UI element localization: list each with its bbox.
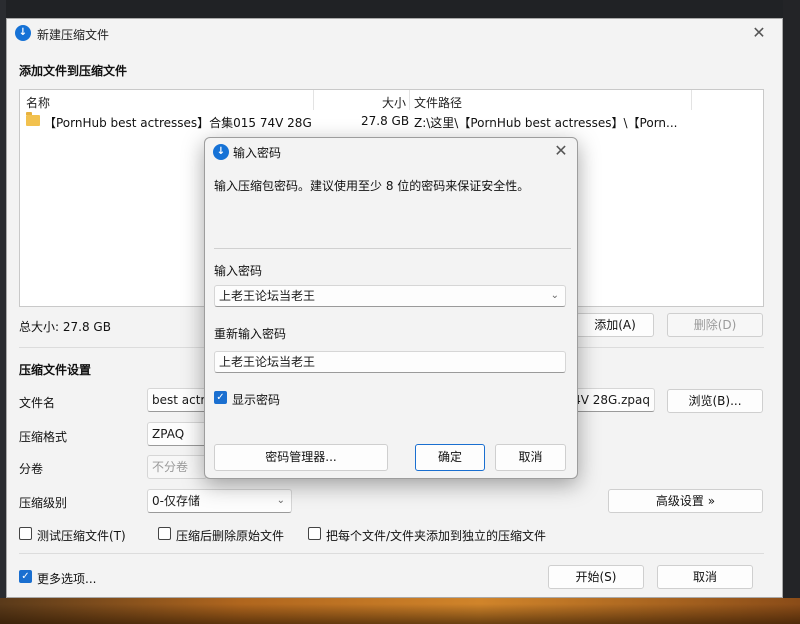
delete-button[interactable]: 删除(D) (667, 313, 763, 337)
app-logo-icon: ↓ (213, 144, 229, 160)
files-section-heading: 添加文件到压缩文件 (19, 64, 128, 78)
volume-select[interactable]: 不分卷 (147, 455, 207, 479)
test-archive-checkbox[interactable] (19, 527, 32, 540)
format-select[interactable]: ZPAQ (147, 422, 207, 446)
desktop-background-top (0, 0, 800, 18)
folder-icon (26, 112, 40, 126)
divider (19, 553, 764, 554)
chevron-down-icon: ⌄ (276, 495, 285, 506)
dialog-cancel-button[interactable]: 取消 (495, 444, 566, 471)
desktop-background-right (783, 0, 800, 624)
test-archive-label[interactable]: 测试压缩文件(T) (37, 527, 126, 544)
format-label: 压缩格式 (19, 430, 68, 444)
volume-label: 分卷 (19, 462, 44, 476)
file-path-cell[interactable]: Z:\这里\【PornHub best actresses】\【Porn... (414, 114, 677, 131)
level-value: 0-仅存储 (152, 494, 200, 508)
column-divider[interactable] (313, 90, 314, 110)
more-options-checkbox[interactable]: ✓ (19, 570, 32, 583)
file-size-cell[interactable]: 27.8 GB (361, 114, 409, 128)
settings-section-heading: 压缩文件设置 (19, 363, 92, 377)
password-manager-button[interactable]: 密码管理器... (214, 444, 388, 471)
password-value: 上老王论坛当老王 (219, 289, 316, 303)
level-label: 压缩级别 (19, 496, 68, 510)
volume-value: 不分卷 (152, 460, 189, 474)
show-password-label[interactable]: 显示密码 (232, 391, 280, 408)
show-password-checkbox[interactable]: ✓ (214, 391, 227, 404)
level-select[interactable]: 0-仅存储 ⌄ (147, 489, 292, 513)
format-value: ZPAQ (152, 427, 185, 441)
browse-button[interactable]: 浏览(B)... (667, 389, 763, 413)
password-label: 输入密码 (214, 264, 263, 278)
chevron-down-icon[interactable]: ⌄ (551, 286, 559, 306)
close-icon[interactable]: ✕ (747, 23, 771, 42)
start-button[interactable]: 开始(S) (548, 565, 644, 589)
close-icon[interactable]: ✕ (549, 141, 573, 160)
password-dialog: ↓ 输入密码 ✕ 输入压缩包密码。建议使用至少 8 位的密码来保证安全性。 输入… (204, 137, 578, 479)
reenter-password-input[interactable]: 上老王论坛当老王 (214, 351, 566, 373)
column-divider[interactable] (409, 90, 410, 110)
ok-button[interactable]: 确定 (415, 444, 485, 471)
reenter-password-label: 重新输入密码 (214, 327, 287, 341)
desktop-wallpaper-shade (0, 604, 800, 624)
add-button[interactable]: 添加(A) (576, 313, 654, 337)
file-name-cell[interactable]: 【PornHub best actresses】合集015 74V 28G (44, 114, 312, 131)
separate-archives-label[interactable]: 把每个文件/文件夹添加到独立的压缩文件 (326, 527, 546, 544)
title-bar: ↓ 新建压缩文件 ✕ (7, 19, 782, 49)
total-size-text: 总大小: 27.8 GB (19, 320, 111, 334)
delete-after-label[interactable]: 压缩后删除原始文件 (176, 527, 284, 544)
divider (214, 248, 571, 249)
column-divider[interactable] (691, 90, 692, 110)
password-input[interactable]: 上老王论坛当老王 ⌄ (214, 285, 566, 307)
more-options-label[interactable]: 更多选项... (37, 570, 96, 587)
column-header-size[interactable]: 大小 (382, 94, 406, 111)
filename-value: best actr (152, 393, 206, 407)
column-header-path[interactable]: 文件路径 (414, 94, 462, 111)
reenter-password-value: 上老王论坛当老王 (219, 355, 316, 369)
dialog-title: 输入密码 (233, 146, 282, 160)
delete-after-checkbox[interactable] (158, 527, 171, 540)
dialog-message: 输入压缩包密码。建议使用至少 8 位的密码来保证安全性。 (214, 179, 530, 193)
column-header-name[interactable]: 名称 (26, 94, 50, 111)
advanced-settings-button[interactable]: 高级设置 » (608, 489, 763, 513)
separate-archives-checkbox[interactable] (308, 527, 321, 540)
window-title: 新建压缩文件 (37, 28, 110, 42)
filename-value-tail: 4V 28G.zpaq (573, 393, 650, 407)
filename-label: 文件名 (19, 396, 56, 410)
cancel-button[interactable]: 取消 (657, 565, 753, 589)
app-logo-icon: ↓ (15, 25, 31, 41)
